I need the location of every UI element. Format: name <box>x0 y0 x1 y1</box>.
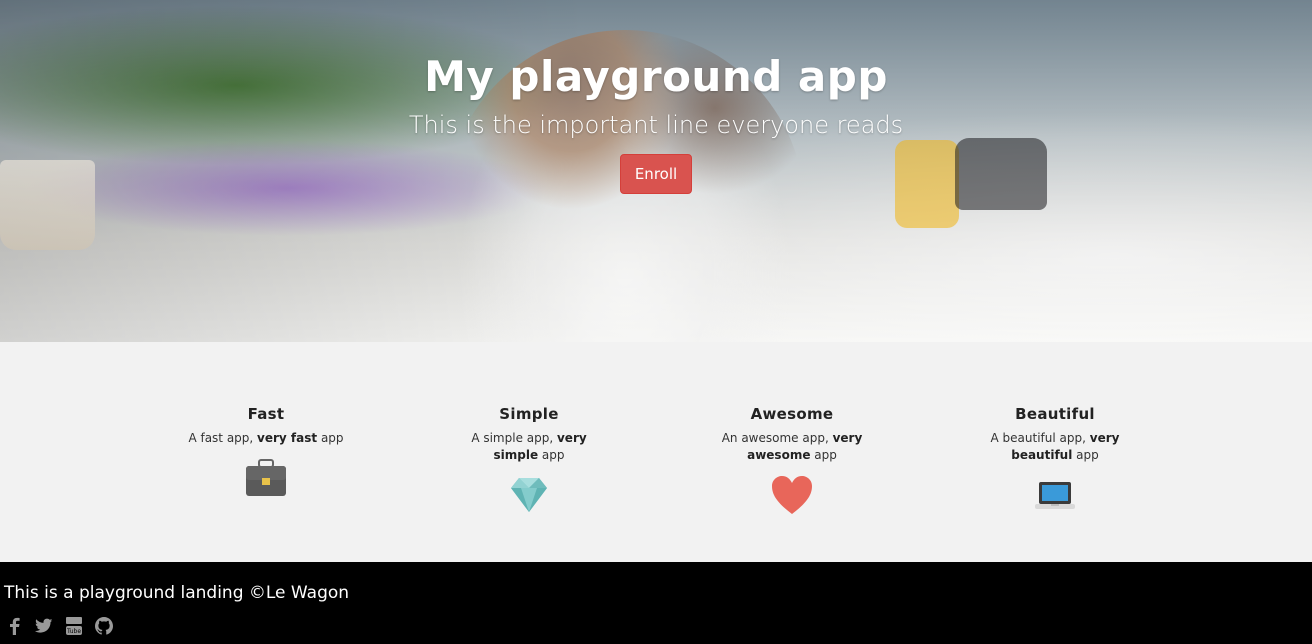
feature-description-emphasis: very fast <box>257 431 318 445</box>
feature-description-text: app <box>810 448 837 462</box>
feature-description-text: A fast app, <box>188 431 258 445</box>
briefcase-icon <box>243 455 289 501</box>
feature-description-text: app <box>538 448 565 462</box>
diamond-icon <box>506 472 552 518</box>
hero-title: My playground app <box>424 52 888 101</box>
feature-description-text: A simple app, <box>471 431 557 445</box>
heart-icon <box>769 472 815 518</box>
hero-subtitle: This is the important line everyone read… <box>408 111 904 139</box>
feature-description-text: An awesome app, <box>721 431 833 445</box>
feature-description-text: A beautiful app, <box>990 431 1090 445</box>
feature-fast: Fast A fast app, very fast app <box>166 404 366 501</box>
feature-awesome: Awesome An awesome app, very awesome app <box>692 404 892 518</box>
hero-banner: My playground app This is the important … <box>0 0 1312 342</box>
github-icon[interactable] <box>94 616 114 636</box>
features-section: Fast A fast app, very fast app Simple A … <box>0 342 1312 562</box>
feature-description-text: app <box>1072 448 1099 462</box>
feature-title: Beautiful <box>1015 405 1095 423</box>
facebook-icon[interactable] <box>4 616 24 636</box>
twitter-icon[interactable] <box>34 616 54 636</box>
feature-beautiful: Beautiful A beautiful app, very beautifu… <box>955 404 1155 518</box>
feature-description: A simple app, very simple app <box>449 430 609 464</box>
svg-text:Tube: Tube <box>66 628 81 635</box>
social-links: Tube <box>4 616 114 636</box>
feature-description: A fast app, very fast app <box>186 430 346 447</box>
feature-title: Fast <box>247 405 285 423</box>
enroll-button[interactable]: Enroll <box>619 154 693 194</box>
feature-title: Awesome <box>750 405 834 423</box>
youtube-icon[interactable]: Tube <box>64 616 84 636</box>
feature-simple: Simple A simple app, very simple app <box>429 404 629 518</box>
feature-description: A beautiful app, very beautiful app <box>975 430 1135 464</box>
feature-description-text: app <box>317 431 344 445</box>
feature-description: An awesome app, very awesome app <box>712 430 872 464</box>
feature-title: Simple <box>499 405 559 423</box>
laptop-icon <box>1032 472 1078 518</box>
hero-content: My playground app This is the important … <box>0 0 1312 194</box>
footer-text: This is a playground landing ©Le Wagon <box>4 583 350 603</box>
footer: This is a playground landing ©Le Wagon T… <box>0 562 1312 644</box>
